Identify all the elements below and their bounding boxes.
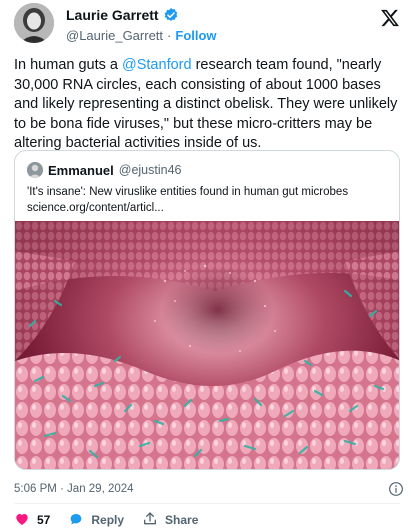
- tweet-text-before: In human guts a: [14, 57, 123, 73]
- heart-icon: [14, 511, 30, 528]
- mention-link[interactable]: @Stanford: [122, 57, 192, 73]
- reply-label: Reply: [91, 513, 125, 527]
- quoted-avatar: [27, 162, 43, 178]
- author-handle[interactable]: @Laurie_Garrett: [66, 28, 163, 43]
- tweet-text: In human guts a @Stanford research team …: [14, 56, 406, 154]
- like-button[interactable]: 57: [14, 511, 50, 528]
- tweet-timestamp[interactable]: 5:06 PM · Jan 29, 2024: [14, 483, 134, 495]
- like-count: 57: [37, 513, 51, 527]
- quoted-display-name: Emmanuel: [48, 162, 114, 178]
- share-icon: [142, 511, 158, 528]
- quoted-link[interactable]: science.org/content/articl...: [27, 200, 387, 216]
- share-button[interactable]: Share: [142, 511, 198, 528]
- separator-dot: ·: [167, 27, 172, 43]
- reply-button[interactable]: Reply: [68, 511, 124, 528]
- quoted-tweet-header: Emmanuel @ejustin46: [27, 161, 181, 179]
- follow-button[interactable]: Follow: [175, 28, 216, 43]
- microbe-illustration-image[interactable]: [15, 221, 399, 469]
- tweet-actions: 57 Reply Share: [14, 511, 216, 528]
- quoted-headline: 'It's insane': New viruslike entities fo…: [27, 186, 349, 198]
- quoted-tweet-card[interactable]: Emmanuel @ejustin46 'It's insane': New v…: [14, 150, 400, 470]
- author-info: Laurie Garrett @Laurie_Garrett · Follow: [66, 6, 217, 44]
- divider: [14, 503, 400, 504]
- reply-bubble-icon: [68, 511, 84, 528]
- info-icon[interactable]: [388, 481, 404, 497]
- quoted-handle: @ejustin46: [118, 163, 182, 177]
- author-display-name[interactable]: Laurie Garrett: [66, 7, 159, 23]
- x-logo-icon[interactable]: [380, 8, 400, 28]
- tweet-header: Laurie Garrett @Laurie_Garrett · Follow: [0, 0, 411, 50]
- verified-badge-icon: [163, 7, 179, 23]
- quoted-text-block: 'It's insane': New viruslike entities fo…: [27, 184, 387, 216]
- avatar[interactable]: [14, 3, 54, 43]
- share-label: Share: [165, 513, 199, 527]
